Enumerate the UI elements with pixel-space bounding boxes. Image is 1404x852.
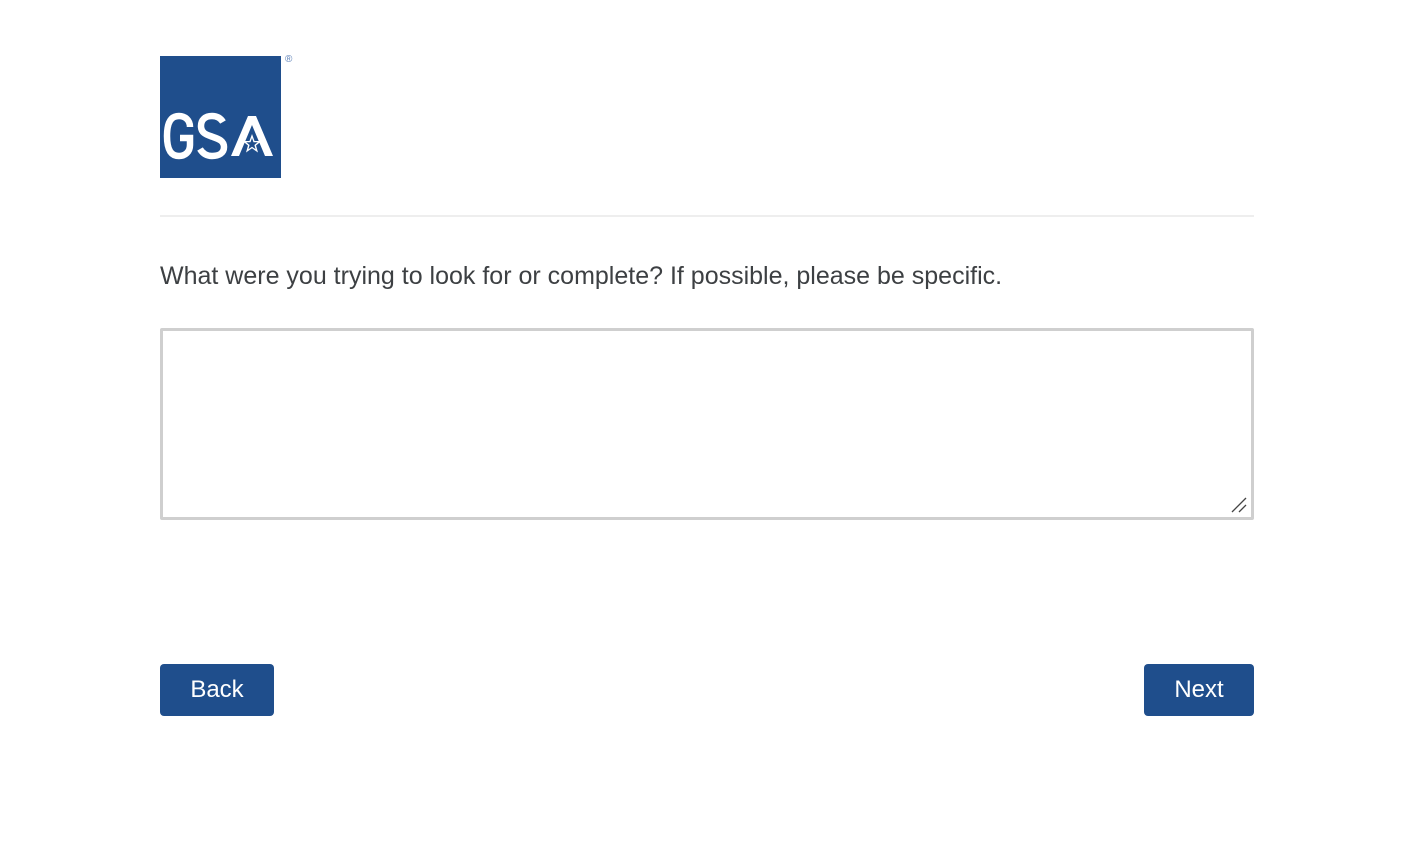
answer-textarea[interactable]: [160, 328, 1254, 520]
question-label: What were you trying to look for or comp…: [160, 262, 1003, 290]
resize-handle-icon[interactable]: [1230, 496, 1248, 514]
gsa-logo-mark: [163, 112, 273, 160]
header-divider: [160, 215, 1254, 217]
registered-mark: ®: [285, 54, 293, 65]
back-button[interactable]: Back: [160, 664, 274, 716]
gsa-logo: ®: [160, 54, 300, 178]
survey-page: ® What were you trying to look for or co…: [0, 0, 1404, 852]
next-button[interactable]: Next: [1144, 664, 1254, 716]
